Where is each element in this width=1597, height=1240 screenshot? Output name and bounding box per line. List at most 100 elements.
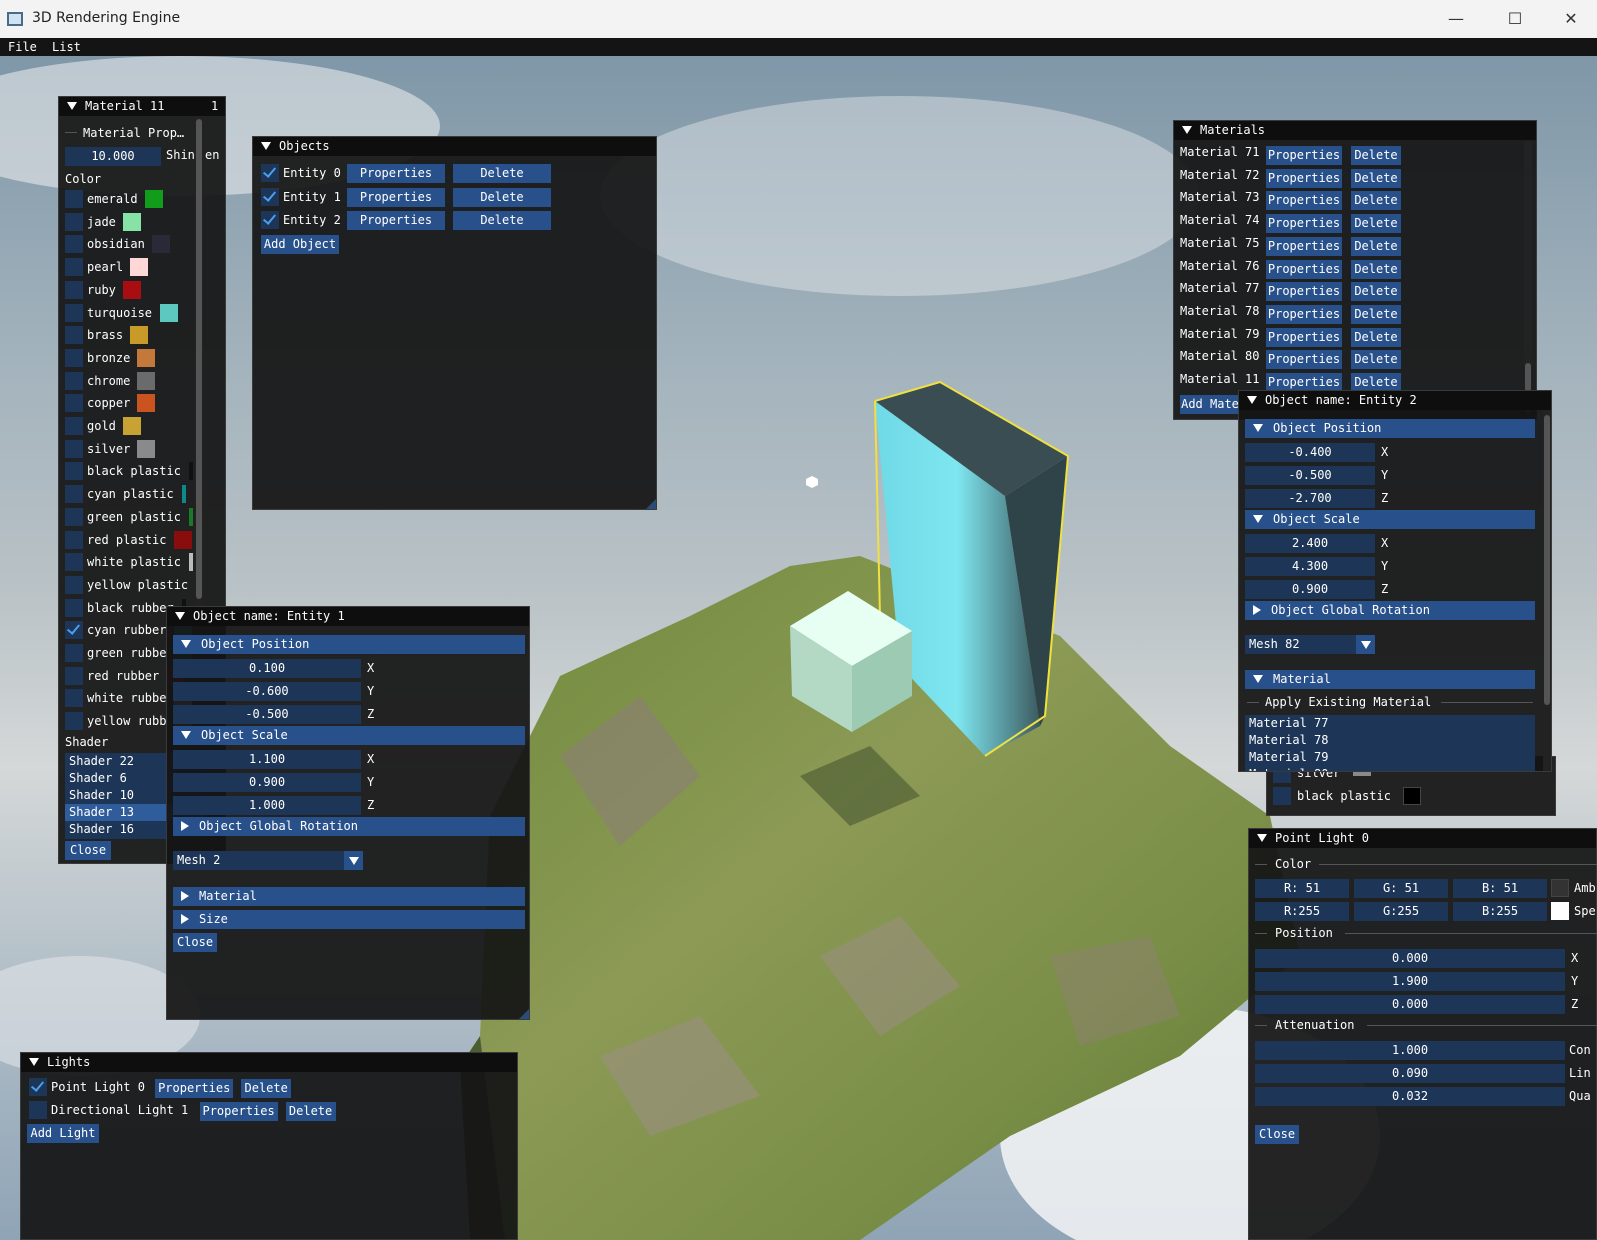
delete-button[interactable]: Delete: [1351, 350, 1401, 370]
properties-button[interactable]: Properties: [347, 164, 445, 183]
material-header[interactable]: Material: [173, 887, 525, 906]
collapse-icon[interactable]: [1257, 834, 1267, 842]
position-z-field[interactable]: -2.700: [1245, 489, 1375, 508]
resize-grip[interactable]: [519, 1009, 529, 1019]
light-position-z-field[interactable]: 0.000: [1255, 995, 1565, 1014]
preset-checkbox[interactable]: [65, 348, 83, 367]
preset-color-swatch[interactable]: [137, 439, 156, 458]
properties-button[interactable]: Properties: [1266, 191, 1342, 211]
preset-checkbox[interactable]: [65, 326, 83, 345]
materials-title-bar[interactable]: Materials: [1174, 121, 1536, 140]
properties-button[interactable]: Properties: [1266, 214, 1342, 234]
maximize-button[interactable]: ☐: [1492, 6, 1538, 32]
preset-checkbox[interactable]: [1273, 787, 1291, 805]
ambient-color-swatch[interactable]: [1551, 879, 1569, 897]
ambient-g-field[interactable]: G: 51: [1354, 879, 1448, 898]
preset-checkbox[interactable]: [65, 689, 83, 708]
preset-checkbox[interactable]: [65, 507, 83, 526]
position-y-field[interactable]: -0.600: [173, 682, 361, 701]
existing-material-item[interactable]: Material 77: [1245, 715, 1535, 732]
chevron-down-icon[interactable]: [1356, 635, 1375, 654]
properties-button[interactable]: Properties: [1266, 168, 1342, 188]
preset-black-plastic-swatch[interactable]: [1403, 787, 1421, 805]
scale-y-field[interactable]: 0.900: [173, 773, 361, 792]
ambient-r-field[interactable]: R: 51: [1255, 879, 1349, 898]
properties-button[interactable]: Properties: [155, 1079, 234, 1098]
delete-button[interactable]: Delete: [1351, 327, 1401, 347]
preset-checkbox[interactable]: [65, 258, 83, 277]
object-scale-header[interactable]: Object Scale: [173, 726, 525, 745]
ambient-b-field[interactable]: B: 51: [1453, 879, 1547, 898]
delete-button[interactable]: Delete: [1351, 168, 1401, 188]
object-global-rotation-header[interactable]: Object Global Rotation: [173, 817, 525, 836]
scrollbar[interactable]: [195, 117, 203, 627]
object-position-header[interactable]: Object Position: [1245, 419, 1535, 438]
collapse-icon[interactable]: [1182, 126, 1192, 134]
resize-grip[interactable]: [646, 499, 656, 509]
delete-button[interactable]: Delete: [1351, 236, 1401, 256]
existing-material-list[interactable]: Material 77Material 78Material 79Materia…: [1245, 715, 1535, 771]
attenuation-field[interactable]: 0.032: [1255, 1087, 1565, 1106]
delete-button[interactable]: Delete: [1351, 191, 1401, 211]
light-position-y-field[interactable]: 1.900: [1255, 972, 1565, 991]
preset-color-swatch[interactable]: [137, 348, 156, 367]
entity-checkbox[interactable]: [261, 211, 279, 229]
preset-color-swatch[interactable]: [144, 190, 163, 208]
scale-z-field[interactable]: 1.000: [173, 796, 361, 815]
entity-checkbox[interactable]: [261, 187, 279, 206]
preset-color-swatch[interactable]: [189, 507, 194, 526]
preset-checkbox[interactable]: [65, 712, 83, 731]
delete-button[interactable]: Delete: [453, 211, 551, 230]
add-object-button[interactable]: Add Object: [261, 235, 339, 254]
delete-button[interactable]: Delete: [1351, 304, 1401, 324]
specular-r-field[interactable]: R:255: [1255, 902, 1349, 921]
preset-color-swatch[interactable]: [122, 212, 141, 231]
collapse-icon[interactable]: [261, 142, 271, 150]
minimize-button[interactable]: —: [1433, 6, 1479, 32]
menu-list[interactable]: List: [52, 40, 81, 54]
delete-button[interactable]: Delete: [285, 1102, 336, 1121]
delete-button[interactable]: Delete: [1351, 146, 1401, 165]
preset-checkbox[interactable]: [65, 598, 83, 617]
collapse-icon[interactable]: [1247, 396, 1257, 404]
preset-checkbox[interactable]: [65, 417, 83, 435]
preset-color-swatch[interactable]: [122, 417, 141, 435]
scale-y-field[interactable]: 4.300: [1245, 557, 1375, 576]
lights-title-bar[interactable]: Lights: [21, 1053, 517, 1072]
delete-button[interactable]: Delete: [241, 1079, 292, 1098]
3d-viewport[interactable]: Material 11 1 Material Prop… 10.000 Shin…: [0, 56, 1597, 1240]
preset-checkbox[interactable]: [65, 666, 83, 685]
delete-button[interactable]: Delete: [1351, 214, 1401, 234]
menu-file[interactable]: File: [8, 40, 37, 54]
preset-color-swatch[interactable]: [152, 235, 171, 254]
preset-color-swatch[interactable]: [189, 553, 194, 572]
delete-button[interactable]: Delete: [1351, 282, 1401, 302]
position-y-field[interactable]: -0.500: [1245, 466, 1375, 485]
preset-checkbox[interactable]: [65, 212, 83, 231]
collapse-icon[interactable]: [175, 612, 185, 620]
close-button[interactable]: Close: [65, 841, 111, 860]
close-button[interactable]: Close: [1255, 1125, 1299, 1144]
existing-material-item[interactable]: Material 79: [1245, 749, 1535, 766]
specular-b-field[interactable]: B:255: [1453, 902, 1547, 921]
preset-checkbox[interactable]: [65, 439, 83, 458]
mesh-select[interactable]: Mesh 82: [1245, 635, 1375, 654]
preset-checkbox[interactable]: [65, 621, 83, 640]
shininess-field[interactable]: 10.000: [65, 147, 161, 166]
object-scale-header[interactable]: Object Scale: [1245, 510, 1535, 529]
scrollbar[interactable]: [1543, 411, 1551, 771]
properties-button[interactable]: Properties: [1266, 327, 1342, 347]
collapse-icon[interactable]: [29, 1058, 39, 1066]
preset-checkbox[interactable]: [65, 575, 83, 594]
scrollbar[interactable]: [1524, 141, 1532, 419]
existing-material-item[interactable]: Material 80: [1245, 766, 1535, 771]
light-position-x-field[interactable]: 0.000: [1255, 949, 1565, 968]
preset-checkbox[interactable]: [65, 553, 83, 572]
properties-button[interactable]: Properties: [347, 187, 445, 207]
properties-button[interactable]: Properties: [1266, 282, 1342, 302]
preset-checkbox[interactable]: [65, 394, 83, 413]
preset-color-swatch[interactable]: [159, 303, 178, 322]
preset-checkbox[interactable]: [65, 235, 83, 254]
preset-color-swatch[interactable]: [137, 394, 156, 413]
add-light-button[interactable]: Add Light: [27, 1124, 99, 1143]
